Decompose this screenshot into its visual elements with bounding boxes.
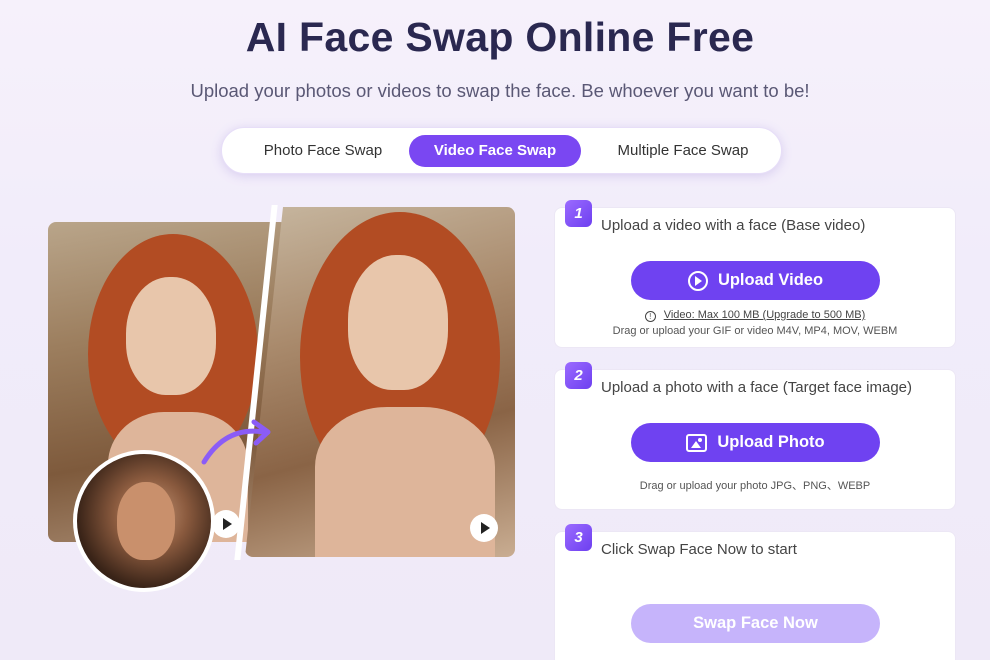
button-label: Upload Photo (717, 433, 825, 451)
upload-video-button[interactable]: Upload Video (631, 261, 880, 300)
page-title: AI Face Swap Online Free (245, 14, 755, 60)
swapped-video-preview (245, 207, 515, 557)
upload-limit: ! Video: Max 100 MB (Upgrade to 500 MB) (555, 309, 955, 322)
tab-video-face-swap[interactable]: Video Face Swap (409, 135, 581, 167)
step-number-badge: 2 (565, 362, 592, 389)
info-icon: ! (644, 311, 656, 322)
step-2-card: 2 Upload a photo with a face (Target fac… (554, 362, 956, 510)
swap-face-now-button[interactable]: Swap Face Now (631, 604, 880, 643)
swap-arrow-icon (201, 419, 271, 465)
upgrade-link[interactable]: Video: Max 100 MB (Upgrade to 500 MB) (664, 309, 866, 321)
step-3-card: 3 Click Swap Face Now to start Swap Face… (554, 524, 956, 660)
step-1-card: 1 Upload a video with a face (Base video… (554, 200, 956, 348)
button-label: Upload Video (717, 271, 824, 289)
upload-hint: Drag or upload your photo JPG、PNG、WEBP (639, 480, 871, 492)
play-icon[interactable] (212, 510, 240, 538)
step-description: Upload a video with a face (Base video) (601, 217, 866, 234)
step-description: Upload a photo with a face (Target face … (601, 379, 913, 396)
step-description: Click Swap Face Now to start (601, 541, 797, 558)
play-icon[interactable] (470, 514, 498, 542)
step-number-badge: 3 (565, 524, 592, 551)
step-number-badge: 1 (565, 200, 592, 227)
mode-tabs: Photo Face Swap Video Face Swap Multiple… (221, 127, 782, 174)
play-circle-icon (687, 270, 708, 291)
image-icon (686, 433, 708, 452)
tab-multiple-face-swap[interactable]: Multiple Face Swap (594, 135, 772, 167)
target-face-avatar (73, 450, 215, 592)
page-subtitle: Upload your photos or videos to swap the… (190, 80, 810, 101)
upload-photo-button[interactable]: Upload Photo (631, 423, 880, 462)
tab-photo-face-swap[interactable]: Photo Face Swap (234, 135, 412, 167)
upload-hint: Drag or upload your GIF or video M4V, MP… (612, 325, 898, 337)
